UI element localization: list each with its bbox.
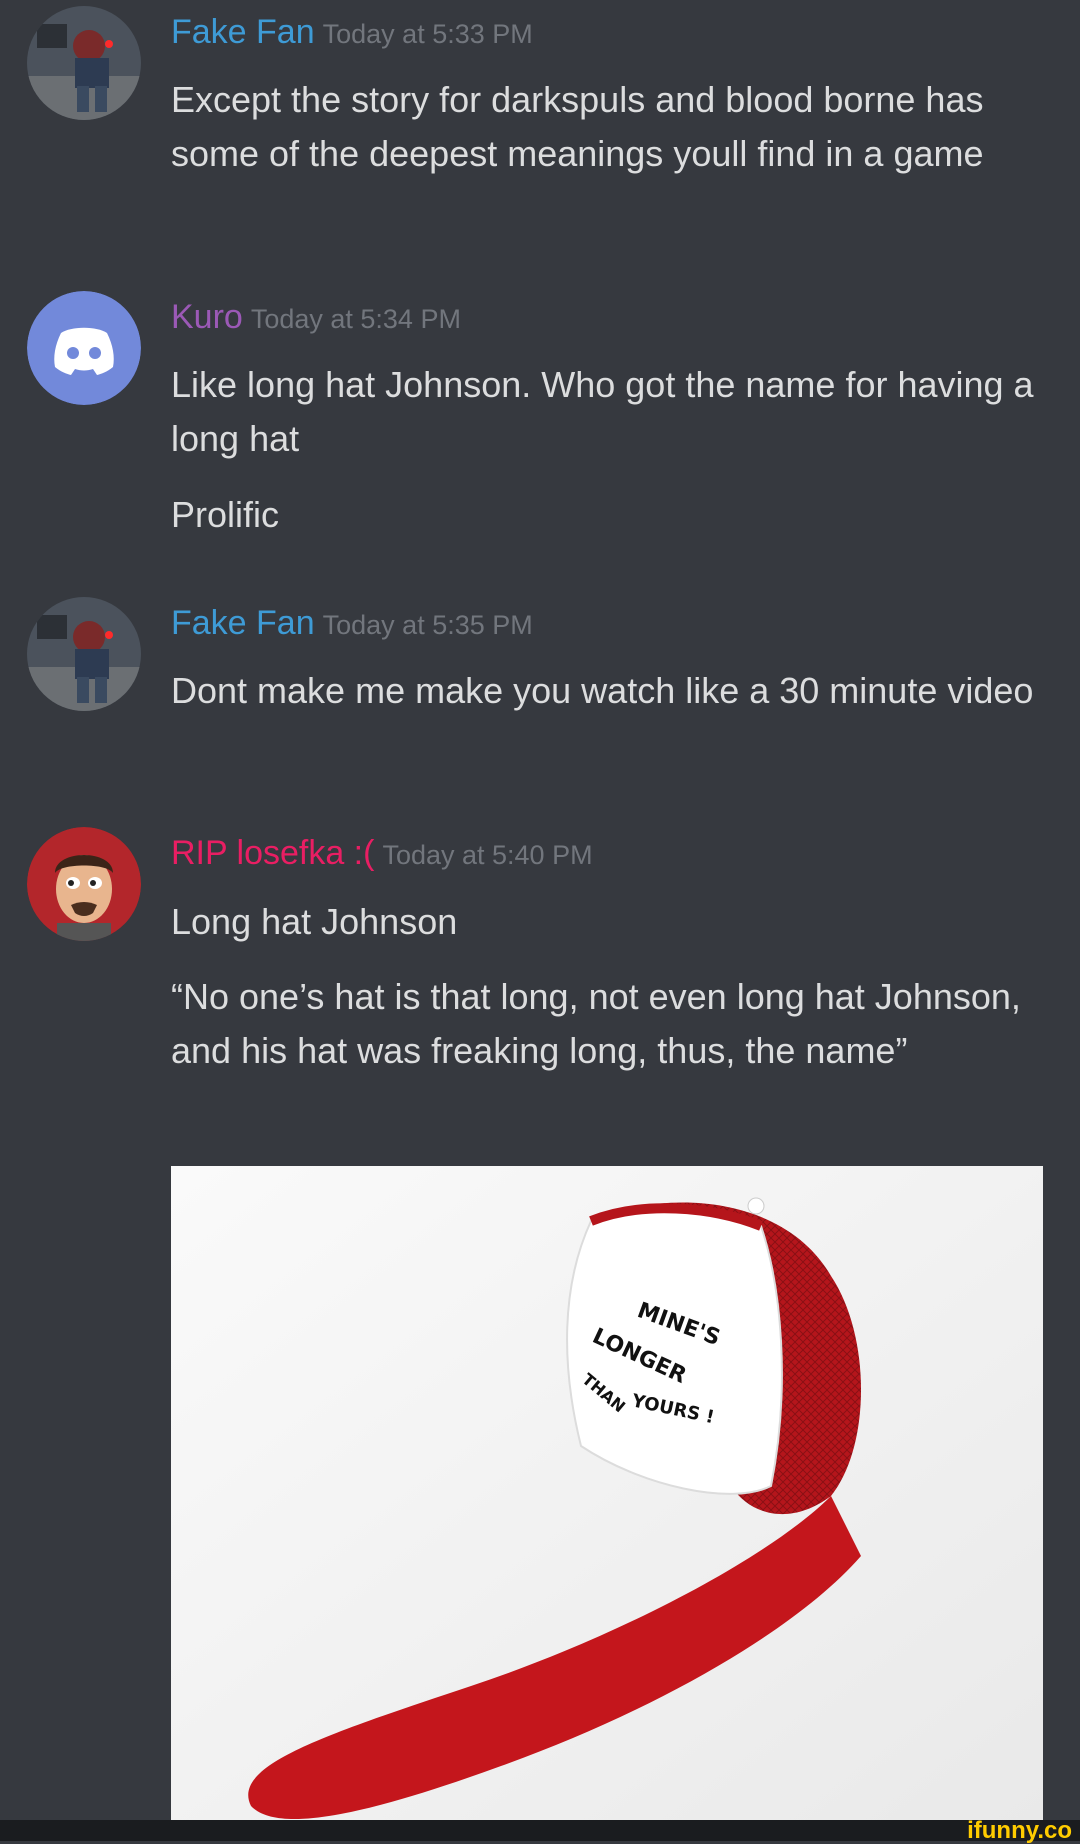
message-text: Long hat Johnson bbox=[171, 901, 458, 942]
avatar[interactable] bbox=[27, 827, 141, 941]
message-text: Like long hat Johnson. Who got the name … bbox=[171, 364, 1034, 459]
watermark: ifunny.co bbox=[967, 1817, 1072, 1844]
discord-logo-icon bbox=[54, 327, 114, 375]
timestamp: Today at 5:40 PM bbox=[382, 840, 593, 870]
username[interactable]: Fake Fan bbox=[171, 604, 315, 642]
image-attachment[interactable]: MINE'S LONGER THAN YOURS ! bbox=[171, 1166, 1043, 1820]
message-text: Prolific bbox=[171, 494, 280, 535]
message-header: Fake Fan Today at 5:33 PM bbox=[171, 12, 533, 52]
avatar[interactable] bbox=[27, 291, 141, 405]
message-header: Kuro Today at 5:34 PM bbox=[171, 297, 461, 337]
message-header: Fake Fan Today at 5:35 PM bbox=[171, 603, 533, 643]
message-text: Except the story for darkspuls and blood… bbox=[171, 79, 984, 174]
message-text: “No one’s hat is that long, not even lon… bbox=[171, 976, 1021, 1071]
avatar[interactable] bbox=[27, 6, 141, 120]
footer-bar: ifunny.co bbox=[0, 1817, 1080, 1844]
timestamp: Today at 5:33 PM bbox=[322, 19, 533, 49]
timestamp: Today at 5:35 PM bbox=[322, 610, 533, 640]
username[interactable]: RIP losefka :( bbox=[171, 834, 374, 872]
avatar[interactable] bbox=[27, 597, 141, 711]
chat-log: Fake Fan Today at 5:33 PM Except the stor… bbox=[0, 0, 1080, 1820]
timestamp: Today at 5:34 PM bbox=[250, 304, 461, 334]
message-text: Dont make me make you watch like a 30 mi… bbox=[171, 670, 1034, 711]
username[interactable]: Fake Fan bbox=[171, 13, 315, 51]
username[interactable]: Kuro bbox=[171, 298, 243, 336]
long-hat-image: MINE'S LONGER THAN YOURS ! bbox=[171, 1166, 1043, 1820]
message-header: RIP losefka :( Today at 5:40 PM bbox=[171, 833, 593, 873]
